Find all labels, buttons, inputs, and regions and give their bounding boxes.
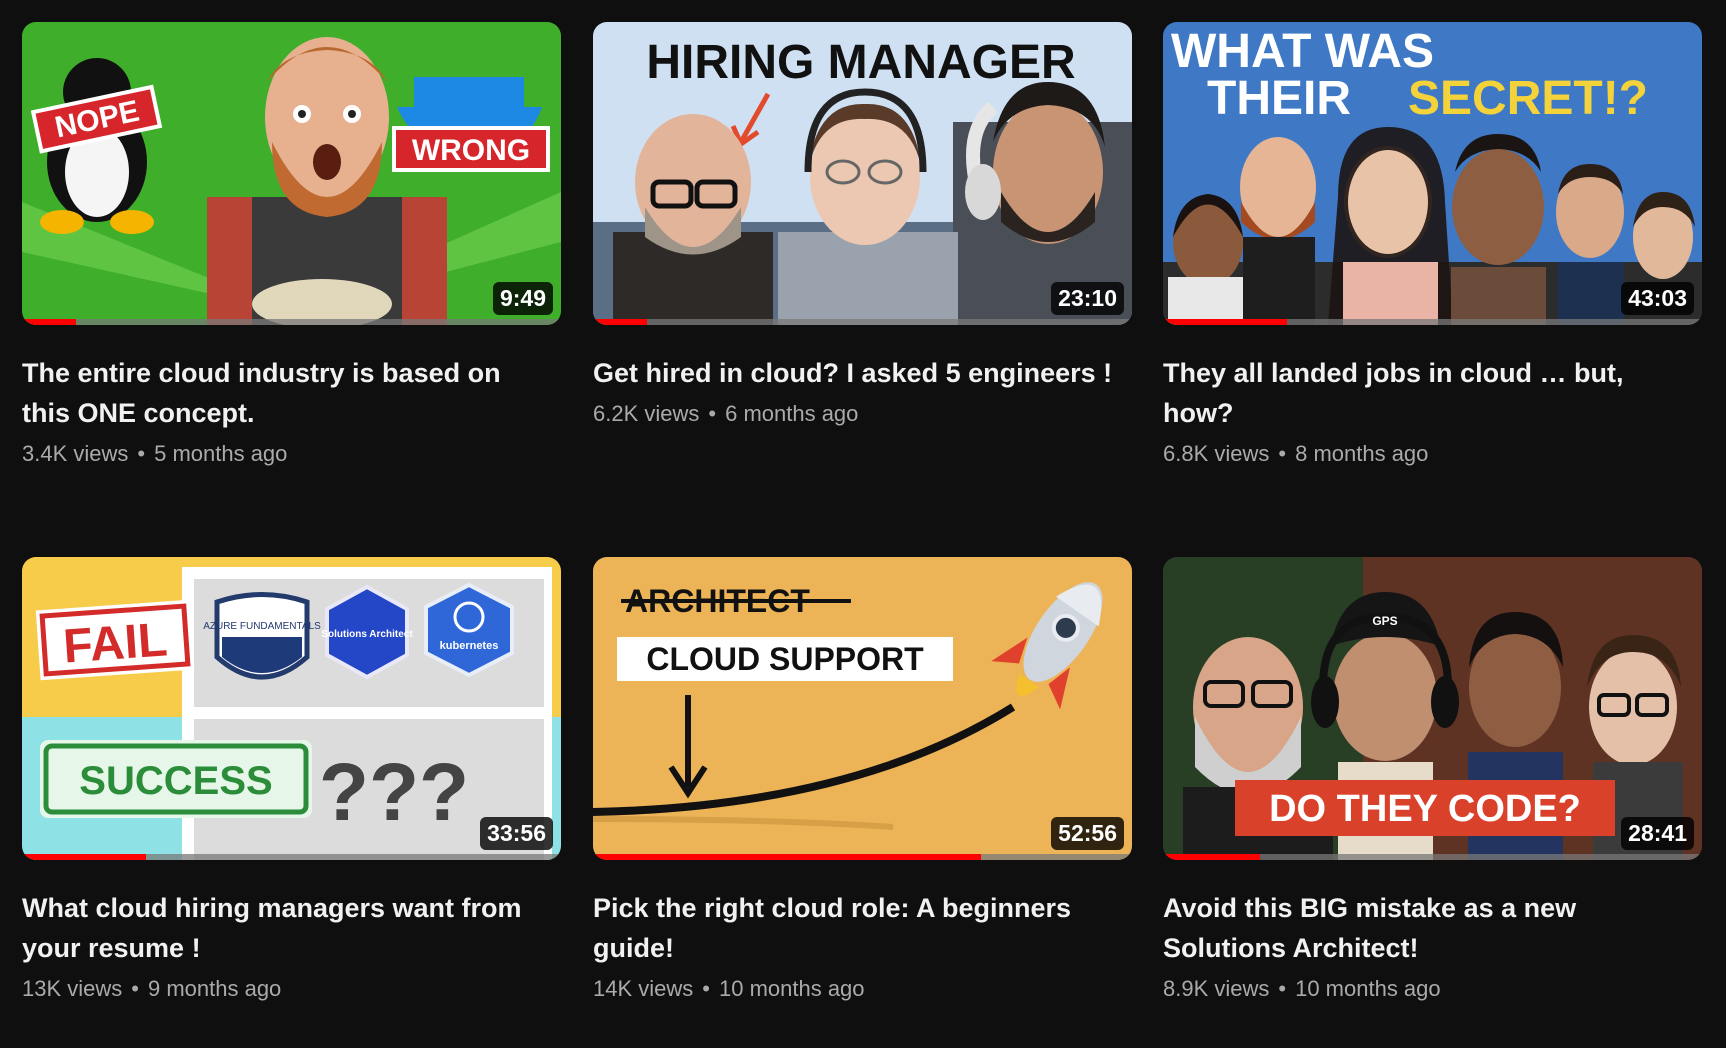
thumb-text: DO THEY CODE? (1269, 788, 1581, 830)
video-title[interactable]: The entire cloud industry is based on th… (22, 353, 542, 433)
video-title[interactable]: Pick the right cloud role: A beginners g… (593, 888, 1113, 968)
thumb-text: WHAT WAS (1171, 25, 1434, 78)
separator-dot: • (1278, 976, 1287, 1001)
video-thumbnail[interactable]: GPS DO THEY CODE? 28:41 (1163, 557, 1702, 860)
video-metadata: 6.8K views • 8 months ago (1163, 441, 1702, 467)
thumbnail-image: HIRING MANAGER (593, 22, 1132, 325)
separator-dot: • (1278, 441, 1287, 466)
thumbnail-image: WHAT WAS THEIR SECRET!? (1163, 22, 1702, 325)
upload-age: 9 months ago (147, 976, 282, 1001)
watch-progress-bar (1163, 854, 1702, 860)
video-card[interactable]: ARCHITECT CLOUD SUPPORT 52:56 Pick the r… (593, 557, 1132, 1002)
thumbnail-image: ARCHITECT CLOUD SUPPORT (593, 557, 1132, 860)
video-title[interactable]: What cloud hiring managers want from you… (22, 888, 542, 968)
separator-dot: • (137, 441, 146, 466)
video-card[interactable]: HIRING MANAGER 23:10 Get hired in cloud?… (593, 22, 1132, 427)
thumb-text: HIRING MANAGER (646, 36, 1075, 89)
thumb-text: AZURE FUNDAMENTALS (203, 621, 321, 632)
video-thumbnail[interactable]: FAIL AZURE FUNDAMENTALS Solutions Archit… (22, 557, 561, 860)
video-thumbnail[interactable]: HIRING MANAGER 23:10 (593, 22, 1132, 325)
duration-badge: 23:10 (1051, 282, 1124, 315)
thumb-text: ??? (319, 747, 469, 838)
video-thumbnail[interactable]: NOPE WRONG 9:49 (22, 22, 561, 325)
separator-dot: • (702, 976, 710, 1001)
view-count: 13K views (22, 976, 123, 1001)
thumbnail-image: FAIL AZURE FUNDAMENTALS Solutions Archit… (22, 557, 561, 860)
upload-age: 5 months ago (154, 441, 288, 466)
thumb-text: SECRET!? (1408, 72, 1648, 125)
video-grid: NOPE WRONG 9:49 The entire cloud industr… (0, 0, 1726, 1048)
video-metadata: 14K views • 10 months ago (593, 976, 1132, 1002)
duration-badge: 43:03 (1621, 282, 1694, 315)
video-thumbnail[interactable]: ARCHITECT CLOUD SUPPORT 52:56 (593, 557, 1132, 860)
upload-age: 8 months ago (1295, 441, 1429, 466)
watch-progress-bar (593, 319, 1132, 325)
video-metadata: 6.2K views • 6 months ago (593, 401, 1132, 427)
thumbnail-image: NOPE WRONG (22, 22, 561, 325)
thumb-text: CLOUD SUPPORT (646, 641, 924, 677)
video-metadata: 3.4K views • 5 months ago (22, 441, 561, 467)
video-card[interactable]: FAIL AZURE FUNDAMENTALS Solutions Archit… (22, 557, 561, 1002)
video-title[interactable]: They all landed jobs in cloud … but, how… (1163, 353, 1683, 433)
svg-text:GPS: GPS (1372, 614, 1397, 628)
thumbnail-image: GPS DO THEY CODE? (1163, 557, 1702, 860)
upload-age: 10 months ago (1295, 976, 1441, 1001)
duration-badge: 9:49 (492, 282, 553, 315)
thumb-text: Solutions Architect (321, 629, 413, 640)
video-card[interactable]: WHAT WAS THEIR SECRET!? 43:03 They all l… (1163, 22, 1702, 467)
video-card[interactable]: NOPE WRONG 9:49 The entire cloud industr… (22, 22, 561, 467)
thumb-text: THEIR (1207, 72, 1351, 125)
thumb-text: kubernetes (440, 640, 499, 652)
video-thumbnail[interactable]: WHAT WAS THEIR SECRET!? 43:03 (1163, 22, 1702, 325)
duration-badge: 28:41 (1621, 817, 1694, 850)
upload-age: 10 months ago (718, 976, 865, 1001)
upload-age: 6 months ago (725, 401, 859, 426)
watch-progress-bar (22, 854, 561, 860)
thumb-text: WRONG (412, 134, 530, 167)
video-title[interactable]: Get hired in cloud? I asked 5 engineers … (593, 353, 1113, 393)
separator-dot: • (131, 976, 139, 1001)
separator-dot: • (708, 401, 717, 426)
video-metadata: 13K views • 9 months ago (22, 976, 561, 1002)
watch-progress-bar (593, 854, 1132, 860)
video-card[interactable]: GPS DO THEY CODE? 28:41 Avoid this BIG m… (1163, 557, 1702, 1002)
view-count: 8.9K views (1163, 976, 1270, 1001)
duration-badge: 33:56 (480, 817, 553, 850)
watch-progress-bar (22, 319, 561, 325)
video-metadata: 8.9K views • 10 months ago (1163, 976, 1702, 1002)
duration-badge: 52:56 (1051, 817, 1124, 850)
view-count: 14K views (593, 976, 694, 1001)
video-title[interactable]: Avoid this BIG mistake as a new Solution… (1163, 888, 1683, 968)
view-count: 6.2K views (593, 401, 700, 426)
view-count: 6.8K views (1163, 441, 1270, 466)
thumb-text: FAIL (62, 613, 169, 673)
thumb-text: SUCCESS (79, 759, 272, 803)
watch-progress-bar (1163, 319, 1702, 325)
view-count: 3.4K views (22, 441, 129, 466)
